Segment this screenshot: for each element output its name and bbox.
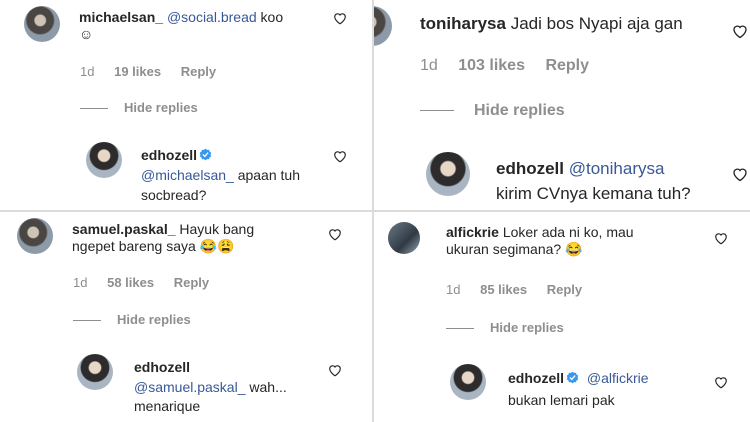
hide-replies-label: Hide replies: [474, 102, 565, 119]
reply-mention[interactable]: @toniharysa: [569, 159, 665, 178]
hide-replies-button[interactable]: Hide replies: [73, 312, 191, 327]
reply-button[interactable]: Reply: [181, 64, 216, 79]
like-heart-icon[interactable]: [714, 232, 728, 245]
reply-button[interactable]: Reply: [174, 275, 209, 290]
reply-avatar[interactable]: [77, 354, 113, 390]
reply-text-line2: menarique: [134, 398, 201, 415]
comment-panel-4: alfickrie Loker ada ni ko, mau ukuran se…: [374, 212, 750, 422]
comment-panel-3: samuel.paskal_ Hayuk bang ngepet bareng …: [0, 212, 372, 422]
avatar[interactable]: [17, 218, 53, 254]
hide-replies-button[interactable]: Hide replies: [446, 320, 564, 335]
reply-text: wah...: [249, 378, 287, 395]
comment-panel-2: toniharysa Jadi bos Nyapi aja gan 1d 103…: [374, 0, 750, 210]
reply-button[interactable]: Reply: [547, 282, 582, 297]
reply-like-heart-icon[interactable]: [333, 150, 347, 163]
reply-username[interactable]: edhozell: [134, 359, 190, 375]
comment-username[interactable]: toniharysa: [420, 14, 506, 33]
comment-likes[interactable]: 85 likes: [480, 282, 527, 297]
reply-mention[interactable]: @alfickrie: [587, 370, 649, 386]
comment-text-line2: ukuran segimana? 😂: [446, 240, 583, 257]
reply-username[interactable]: edhozell: [508, 370, 564, 386]
verified-badge-icon: [199, 147, 212, 167]
comment-username[interactable]: samuel.paskal_: [72, 221, 176, 237]
comment-username[interactable]: alfickrie: [446, 224, 499, 240]
reply-avatar[interactable]: [86, 142, 122, 178]
like-heart-icon[interactable]: [328, 228, 342, 241]
comment-time: 1d: [420, 57, 438, 74]
comment-text-line2: ngepet bareng saya 😂😩: [72, 237, 235, 254]
comment-text: Jadi bos Nyapi aja gan: [510, 14, 683, 33]
comment-time: 1d: [446, 282, 461, 297]
comment-time: 1d: [73, 275, 88, 290]
comment-meta: 1d 58 likes Reply: [73, 275, 225, 290]
like-heart-icon[interactable]: [333, 12, 347, 25]
reply-like-heart-icon[interactable]: [714, 376, 728, 389]
comment-meta: 1d 103 likes Reply: [420, 57, 605, 75]
comment-text: koo: [260, 9, 284, 25]
avatar[interactable]: [388, 222, 420, 254]
hide-replies-button[interactable]: Hide replies: [420, 102, 565, 120]
reply-button[interactable]: Reply: [545, 57, 589, 74]
reply-like-heart-icon[interactable]: [732, 167, 748, 182]
comment-username[interactable]: michaelsan_: [79, 9, 163, 25]
hide-replies-label: Hide replies: [124, 100, 198, 115]
avatar[interactable]: [24, 6, 60, 42]
comment-time: 1d: [80, 64, 95, 79]
comment-panel-1: michaelsan_ @social.bread koo ☺ 1d 19 li…: [0, 0, 372, 210]
reply-mention[interactable]: @samuel.paskal_: [134, 379, 246, 395]
reply-avatar[interactable]: [426, 152, 470, 196]
reply-like-heart-icon[interactable]: [328, 364, 342, 377]
reply-mention[interactable]: @michaelsan_: [141, 167, 234, 183]
comment-meta: 1d 85 likes Reply: [446, 282, 598, 297]
comment-meta: 1d 19 likes Reply: [80, 64, 232, 79]
reply-username[interactable]: edhozell: [496, 159, 564, 178]
hide-replies-label: Hide replies: [490, 320, 564, 335]
reply-text-line2: socbread?: [141, 186, 207, 203]
comment-text: Hayuk bang: [179, 221, 255, 237]
reply-text: apaan tuh: [237, 167, 300, 184]
comment-text: Loker ada ni ko, mau: [502, 224, 634, 240]
reply-text-line2: kirim CVnya kemana tuh?: [496, 183, 691, 203]
reply-text-line2: bukan lemari pak: [508, 391, 615, 408]
comment-likes[interactable]: 103 likes: [458, 57, 525, 74]
like-heart-icon[interactable]: [732, 24, 748, 39]
verified-badge-icon: [566, 369, 579, 390]
comment-likes[interactable]: 58 likes: [107, 275, 154, 290]
comment-mention[interactable]: @social.bread: [167, 9, 257, 25]
reply-avatar[interactable]: [450, 364, 486, 400]
hide-replies-label: Hide replies: [117, 312, 191, 327]
hide-replies-button[interactable]: Hide replies: [80, 100, 198, 115]
comment-text-line2: ☺: [79, 25, 94, 42]
reply-username[interactable]: edhozell: [141, 147, 197, 163]
avatar[interactable]: [374, 6, 392, 46]
comment-likes[interactable]: 19 likes: [114, 64, 161, 79]
